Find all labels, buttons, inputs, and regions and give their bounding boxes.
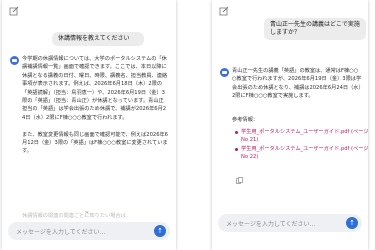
reference-list: 学生用_ポータルシステム_ユーザーガイド.pdf (ページNo 21) 学生用_… — [232, 128, 369, 162]
send-icon[interactable]: ↑ — [154, 225, 166, 237]
message-input[interactable]: メッセージを入力してください... ↑ — [8, 222, 170, 240]
faded-answer-line: 休講情報の関連の関連ごとに知りたい場合は — [22, 213, 126, 219]
assistant-answer: 青山正一先生の講義「英語」の教室は、通常はF棟○○○教室で行われますが、2026… — [232, 68, 362, 100]
user-message-bubble: 青山正一先生の講義はどこで実施しますか？ — [264, 18, 366, 40]
chat-panel-right: 青山正一先生の講義はどこで実施しますか？ 青山正一先生の講義「英語」の教室は、通… — [212, 0, 369, 250]
bot-avatar-icon — [220, 68, 229, 77]
edit-icon[interactable] — [219, 6, 229, 16]
reference-link[interactable]: 学生用_ポータルシステム_ユーザーガイド.pdf (ページNo 21) — [235, 128, 369, 145]
message-input-placeholder: メッセージを入力してください... — [16, 229, 106, 236]
chat-panel-left: 休講情報を教えてください 今学期の休講情報については、大学のポータルシステムの「… — [2, 0, 176, 250]
reference-link[interactable]: 学生用_ポータルシステム_ユーザーガイド.pdf (ページNo 22) — [235, 145, 369, 162]
message-input[interactable]: メッセージを入力してください... ↑ — [218, 214, 362, 232]
user-message-bubble: 休講情報を教えてください — [52, 32, 144, 46]
copy-icon[interactable] — [236, 177, 243, 184]
edit-icon[interactable] — [9, 6, 19, 16]
assistant-answer: 今学期の休講情報については、大学のポータルシステムの「休講補講情報一覧」画面で確… — [22, 56, 168, 155]
message-input-placeholder: メッセージを入力してください... — [226, 221, 316, 228]
references-title: 参考情報： — [232, 117, 258, 123]
bot-avatar-icon — [10, 56, 19, 65]
send-icon[interactable]: ↑ — [346, 217, 358, 229]
